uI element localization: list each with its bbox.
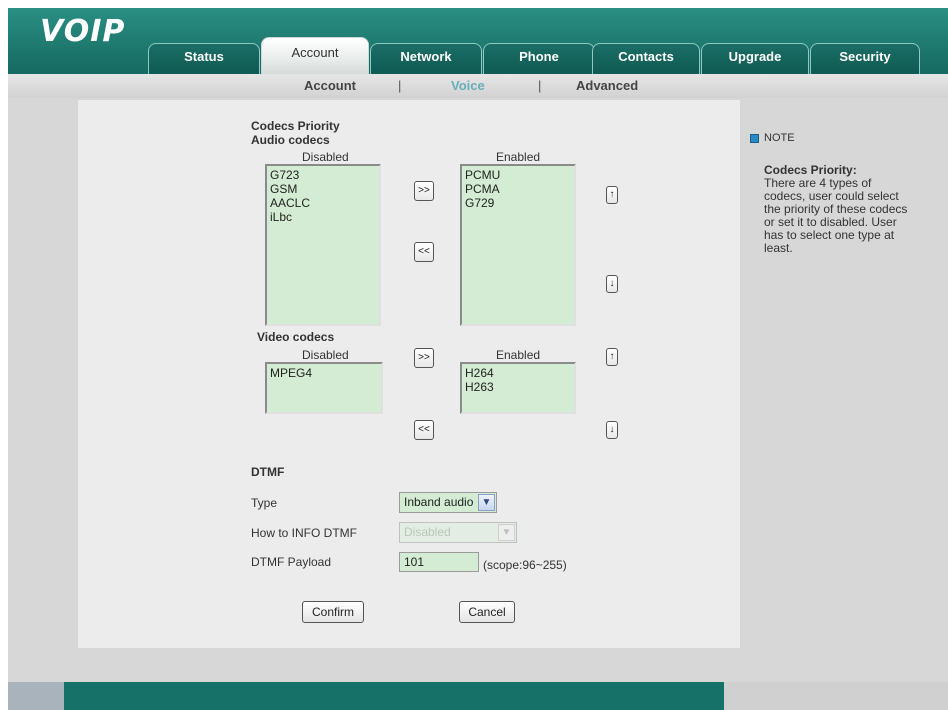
list-item[interactable]: PCMA	[465, 182, 571, 196]
list-item[interactable]: iLbc	[270, 210, 376, 224]
chevron-down-icon[interactable]: ▼	[478, 494, 495, 511]
tab-status[interactable]: Status	[148, 43, 260, 74]
voice-settings-panel: Codecs Priority Audio codecs Disabled G7…	[78, 100, 740, 648]
list-item[interactable]: H263	[465, 380, 571, 394]
chevron-down-icon: ▼	[498, 524, 515, 541]
tab-contacts[interactable]: Contacts	[592, 43, 700, 74]
info-dtmf-label: How to INFO DTMF	[251, 526, 358, 540]
info-dtmf-value: Disabled	[404, 525, 451, 539]
subnav-separator: |	[398, 78, 402, 93]
audio-disabled-list[interactable]: G723 GSM AACLC iLbc	[265, 164, 381, 326]
note-heading: Codecs Priority:	[764, 163, 857, 177]
list-item[interactable]: H264	[465, 366, 571, 380]
subnav-separator: |	[538, 78, 542, 93]
audio-move-down-button[interactable]: ↓	[606, 275, 618, 293]
footer-right	[724, 682, 948, 710]
dtmf-payload-scope: (scope:96~255)	[483, 558, 567, 572]
video-move-up-button[interactable]: ↑	[606, 348, 618, 366]
dtmf-type-label: Type	[251, 496, 278, 510]
video-add-button[interactable]: >>	[414, 348, 434, 368]
tab-phone[interactable]: Phone	[483, 43, 595, 74]
audio-remove-button[interactable]: <<	[414, 242, 434, 262]
info-dtmf-select[interactable]: Disabled ▼	[399, 522, 517, 543]
list-item[interactable]: G729	[465, 196, 571, 210]
audio-codecs-title: Audio codecs	[251, 133, 330, 147]
note-text: There are 4 types of codecs, user could …	[764, 176, 908, 255]
dtmf-type-select[interactable]: Inband audio ▼	[399, 492, 497, 513]
dtmf-payload-input[interactable]: 101	[399, 552, 479, 572]
footer-bar	[64, 682, 724, 710]
dtmf-payload-label: DTMF Payload	[251, 555, 332, 569]
tab-security[interactable]: Security	[810, 43, 920, 74]
audio-disabled-label: Disabled	[302, 150, 349, 164]
subnav-account[interactable]: Account	[304, 78, 356, 93]
video-codecs-title: Video codecs	[257, 330, 335, 344]
list-item[interactable]: PCMU	[465, 168, 571, 182]
audio-enabled-label: Enabled	[496, 150, 541, 164]
video-disabled-list[interactable]: MPEG4	[265, 362, 383, 414]
audio-add-button[interactable]: >>	[414, 181, 434, 201]
codecs-priority-title: Codecs Priority	[251, 119, 340, 133]
subnav-voice[interactable]: Voice	[451, 78, 485, 93]
note-icon	[750, 134, 759, 143]
logo: VOIP	[40, 14, 126, 49]
video-enabled-list[interactable]: H264 H263	[460, 362, 576, 414]
dtmf-title: DTMF	[251, 465, 285, 479]
audio-move-up-button[interactable]: ↑	[606, 186, 618, 204]
cancel-button[interactable]: Cancel	[459, 601, 515, 623]
tab-network[interactable]: Network	[370, 43, 482, 74]
video-move-down-button[interactable]: ↓	[606, 421, 618, 439]
tab-upgrade[interactable]: Upgrade	[701, 43, 809, 74]
video-disabled-label: Disabled	[302, 348, 349, 362]
tab-account[interactable]: Account	[261, 37, 369, 74]
list-item[interactable]: G723	[270, 168, 376, 182]
confirm-button[interactable]: Confirm	[302, 601, 364, 623]
subnav-advanced[interactable]: Advanced	[576, 78, 638, 93]
audio-enabled-list[interactable]: PCMU PCMA G729	[460, 164, 576, 326]
note-title: NOTE	[764, 132, 795, 144]
footer-left	[8, 682, 64, 710]
header: VOIP Status Account Network Phone Contac…	[0, 0, 948, 74]
list-item[interactable]: MPEG4	[270, 366, 378, 380]
list-item[interactable]: GSM	[270, 182, 376, 196]
video-remove-button[interactable]: <<	[414, 420, 434, 440]
list-item[interactable]: AACLC	[270, 196, 376, 210]
sub-navigation: Account | Voice | Advanced	[8, 74, 948, 98]
video-enabled-label: Enabled	[496, 348, 541, 362]
dtmf-type-value: Inband audio	[404, 495, 474, 509]
